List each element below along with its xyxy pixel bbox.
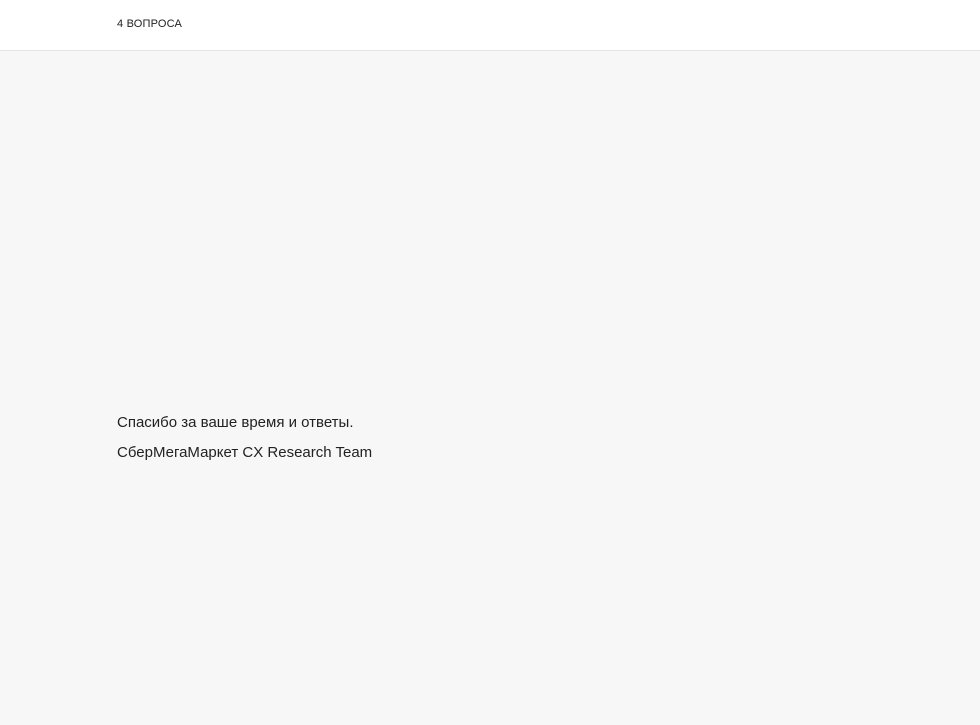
survey-completion-message: Спасибо за ваше время и ответы. СберМега… (117, 413, 877, 463)
thanks-message: Спасибо за ваше время и ответы. (117, 414, 354, 431)
survey-page: 4 ВОПРОСА Спасибо за ваше время и ответы… (0, 0, 980, 725)
survey-header: 4 ВОПРОСА (0, 0, 980, 51)
question-count: 4 ВОПРОСА (117, 18, 183, 30)
team-signature: СберМегаМаркет CX Research Team (117, 444, 373, 461)
